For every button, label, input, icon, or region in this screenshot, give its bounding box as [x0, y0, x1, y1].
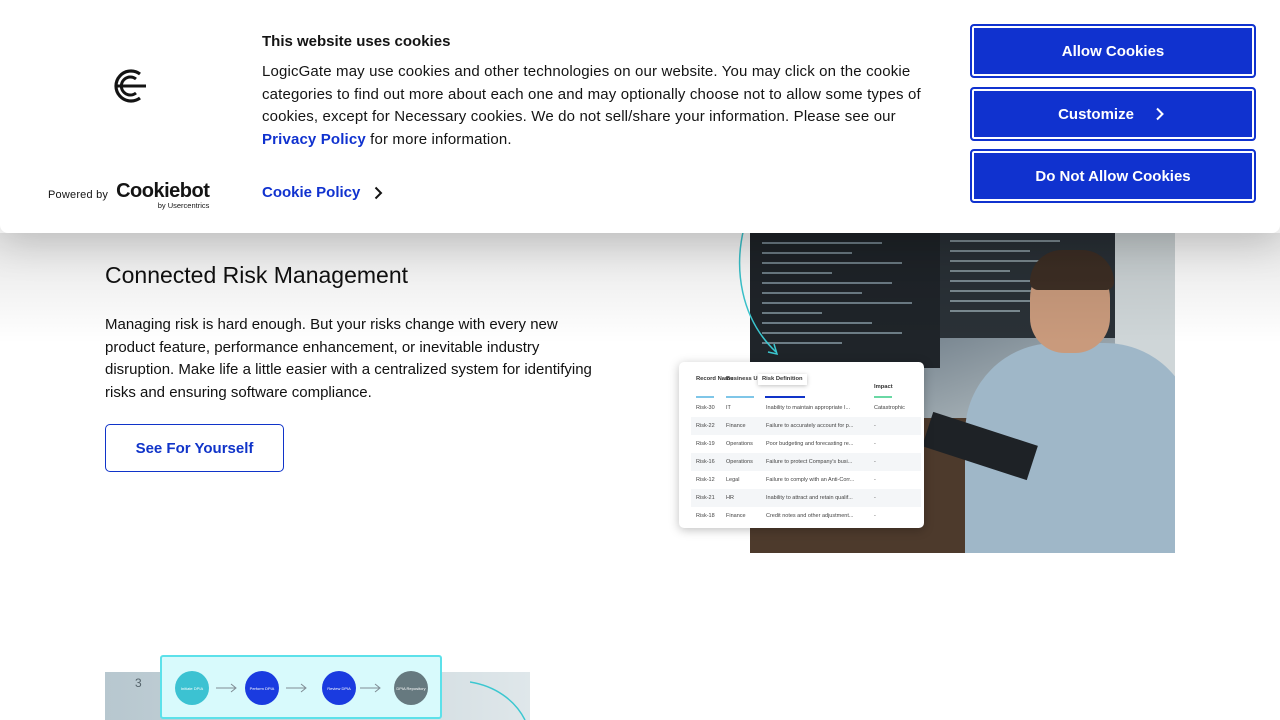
- table-row: Risk-16 Operations Failure to protect Com…: [691, 453, 921, 471]
- powered-by-label: Powered by: [48, 189, 109, 202]
- chevron-right-icon: [375, 186, 383, 199]
- dpia-flow-diagram: Initiate DPIA Perform DPIA Review DPIA D…: [160, 655, 442, 719]
- table-header: Risk Definition: [758, 374, 807, 385]
- cookiebot-branding[interactable]: Powered by Cookiebot by Usercentrics: [48, 180, 210, 210]
- arrow-right-icon: [216, 683, 237, 693]
- cookie-banner-text: LogicGate may use cookies and other tech…: [262, 63, 921, 149]
- table-row: Risk-12 Legal Failure to comply with an A…: [696, 477, 876, 483]
- table-row: Risk-19 Operations Poor budgeting and for…: [696, 441, 876, 447]
- flow-node: Review DPIA: [322, 671, 356, 705]
- cookiebot-logo: Cookiebot by Usercentrics: [116, 180, 210, 210]
- allow-cookies-button[interactable]: Allow Cookies: [970, 24, 1256, 78]
- curved-arrow-icon: [738, 228, 779, 356]
- arrow-right-icon: [286, 683, 307, 693]
- table-header: Impact: [874, 384, 893, 390]
- see-for-yourself-button[interactable]: See For Yourself: [105, 424, 284, 472]
- customize-button[interactable]: Customize: [970, 87, 1256, 141]
- table-row: Risk-18 Finance Credit notes and other ad…: [696, 513, 876, 519]
- table-row: Risk-22 Finance Failure to accurately acc…: [691, 417, 921, 435]
- table-row: Risk-30 IT Inability to maintain appropri…: [696, 405, 905, 411]
- hero-title: Connected Risk Management: [105, 262, 408, 288]
- cookie-policy-link[interactable]: Cookie Policy: [262, 184, 383, 201]
- cookie-consent-banner: Powered by Cookiebot by Usercentrics Thi…: [0, 0, 1280, 233]
- flow-node: Initiate DPIA: [175, 671, 209, 705]
- table-row: Risk-21 HR Inability to attract and retai…: [691, 489, 921, 507]
- flow-node: DPIA Repository: [394, 671, 428, 705]
- chevron-right-icon: [1156, 107, 1164, 121]
- step-number: 3: [135, 676, 142, 690]
- risk-table-card: Record Name Business Unit Risk Definitio…: [679, 362, 924, 528]
- cookie-policy-label: Cookie Policy: [262, 184, 361, 201]
- cookie-banner-title: This website uses cookies: [262, 33, 451, 50]
- do-not-allow-cookies-button[interactable]: Do Not Allow Cookies: [970, 149, 1256, 203]
- privacy-policy-link[interactable]: Privacy Policy: [262, 131, 366, 148]
- hero-description: Managing risk is hard enough. But your r…: [105, 316, 592, 402]
- curved-arrow-icon: [470, 681, 526, 720]
- arrow-right-icon: [360, 683, 381, 693]
- logicgate-logo-icon: [114, 69, 146, 103]
- flow-node: Perform DPIA: [245, 671, 279, 705]
